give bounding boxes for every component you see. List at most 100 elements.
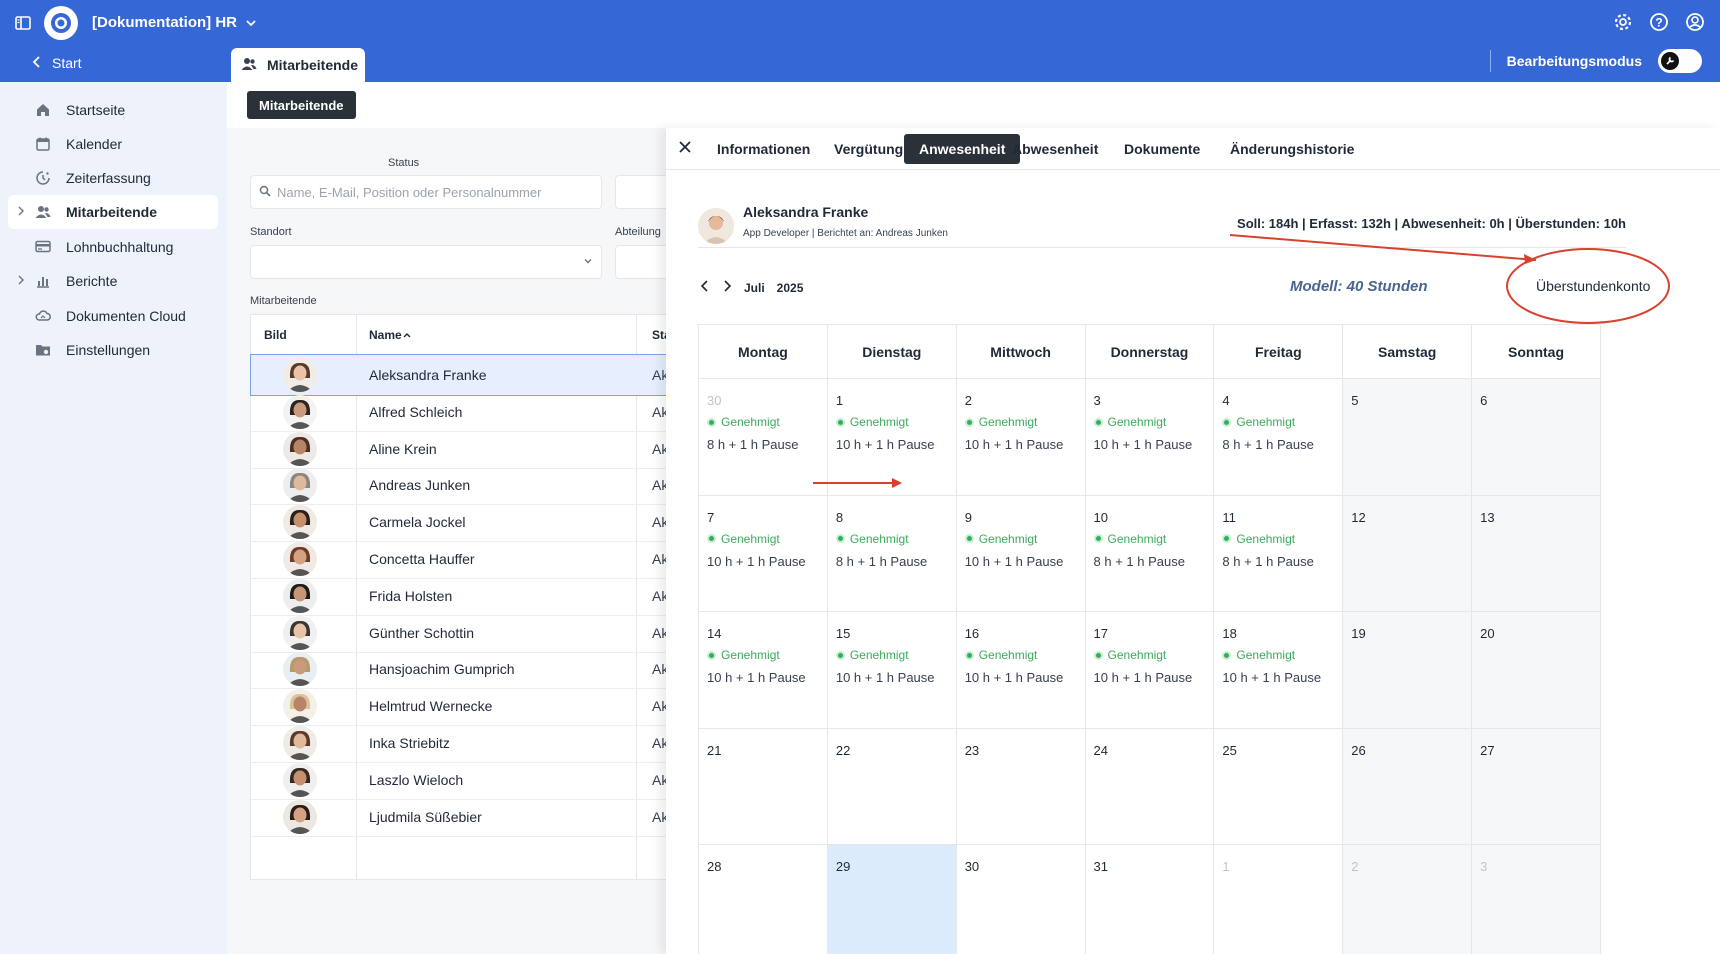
column-header-name[interactable]: Name [369,328,412,342]
annotation-arrowhead [1524,254,1536,264]
sub-bar: Start Mitarbeitende Bearbeitungsmodus [0,45,1720,82]
calendar-day-cell[interactable]: 10 Genehmigt 8 h + 1 h Pause [1085,495,1215,613]
table-row[interactable]: Frida Holsten Ak [251,576,669,616]
calendar-day-cell[interactable]: 3 [1472,845,1601,954]
app-logo[interactable] [44,5,78,40]
employee-name-cell: Carmela Jockel [369,514,466,531]
chevron-right-icon[interactable] [17,275,25,288]
edit-mode-toggle[interactable] [1658,49,1702,73]
calendar-day-cell[interactable]: 5 [1343,379,1473,496]
table-row[interactable]: Concetta Hauffer Ak [251,539,669,579]
sidebar-item-einstellungen[interactable]: Einstellungen [8,333,218,367]
calendar-day-cell[interactable]: 8 Genehmigt 8 h + 1 h Pause [827,495,957,613]
weekday-header: Mittwoch [956,325,1086,379]
tab-dokumente[interactable]: Dokumente [1109,134,1215,164]
table-row[interactable]: Günther Schottin Ak [251,613,669,653]
calendar-day-cell[interactable]: 3 Genehmigt 10 h + 1 h Pause [1085,379,1215,496]
calendar-day-cell[interactable]: 21 [699,728,828,846]
calendar-day-cell[interactable]: 20 [1472,612,1601,729]
standort-select[interactable] [250,245,602,279]
previous-month-icon[interactable] [700,280,710,295]
table-row[interactable]: Hansjoachim Gumprich Ak [251,649,669,690]
section-chip[interactable]: Mitarbeitende [247,91,356,119]
calendar-day-cell[interactable]: 14 Genehmigt 10 h + 1 h Pause [699,612,828,729]
table-row[interactable]: Aleksandra Franke Ak [250,354,670,396]
table-row[interactable]: Andreas Junken Ak [251,465,669,506]
calendar-day-cell[interactable]: 26 [1343,728,1473,846]
status-badge: Genehmigt [835,415,909,429]
calendar-day-cell[interactable]: 18 Genehmigt 10 h + 1 h Pause [1214,612,1344,729]
status-text: Genehmigt [849,531,909,546]
search-icon [259,185,271,200]
table-row[interactable]: Alfred Schleich Ak [251,392,669,432]
sidebar-item-zeiterfassung[interactable]: Zeiterfassung [8,161,218,195]
table-label: Mitarbeitende [250,295,317,307]
settings-gear-icon[interactable] [1612,11,1634,33]
status-text: Genehmigt [1107,531,1167,546]
close-icon[interactable] [678,138,692,159]
calendar-day-cell[interactable]: 4 Genehmigt 8 h + 1 h Pause [1214,379,1344,496]
calendar-day-cell[interactable]: 1 [1214,845,1344,954]
tab-mitarbeitende[interactable]: Mitarbeitende [231,48,365,82]
start-back-link[interactable]: Start [32,55,82,71]
tab-informationen[interactable]: Informationen [702,134,825,164]
calendar-day-cell[interactable]: 6 [1472,379,1601,496]
calendar-day-cell[interactable]: 19 [1343,612,1473,729]
table-row[interactable]: Aline Krein Ak [251,429,669,469]
next-month-icon[interactable] [722,280,732,295]
year-label[interactable]: 2025 [777,281,804,295]
table-row[interactable]: Helmtrud Wernecke Ak [251,686,669,727]
sidebar-item-startseite[interactable]: Startseite [8,93,218,127]
attendance-calendar: Montag Dienstag Mittwoch Donnerstag Freitag S… [698,324,1601,954]
day-number: 9 [964,509,972,525]
sidebar: Startseite Kalender Zeiterfassung Mitarbeit… [0,82,227,954]
calendar-day-cell[interactable]: 13 [1472,495,1601,613]
help-icon[interactable]: ? [1648,11,1670,33]
status-badge: Genehmigt [964,648,1037,662]
table-row[interactable]: Carmela Jockel Ak [251,502,669,543]
calendar-day-cell[interactable]: 27 [1472,728,1601,846]
home-icon [34,101,52,119]
approved-dot-icon [835,650,845,660]
calendar-day-cell[interactable]: 16 Genehmigt 10 h + 1 h Pause [956,612,1086,729]
sidebar-item-mitarbeitende[interactable]: Mitarbeitende [8,195,218,229]
calendar-day-cell[interactable]: 25 [1214,728,1344,846]
calendar-day-cell[interactable]: 24 [1085,728,1215,846]
calendar-day-cell[interactable]: 11 Genehmigt 8 h + 1 h Pause [1214,495,1344,613]
calendar-day-cell[interactable]: 9 Genehmigt 10 h + 1 h Pause [956,495,1086,613]
workspace-switcher[interactable]: [Dokumentation] HR [92,14,257,31]
approved-dot-icon [964,650,974,660]
table-row[interactable]: Inka Striebitz Ak [251,723,669,763]
calendar-day-cell[interactable]: 2 [1343,845,1473,954]
hours-entry: 10 h + 1 h Pause [707,553,806,569]
status-filter-label: Status [388,157,420,169]
chevron-right-icon[interactable] [17,206,25,219]
calendar-day-cell[interactable]: 23 [956,728,1086,846]
calendar-day-cell[interactable]: 12 [1343,495,1473,613]
calendar-day-cell[interactable]: 22 [827,728,957,846]
tab-abwesenheit[interactable]: Abwesenheit [997,134,1113,164]
search-input[interactable]: Name, E-Mail, Position oder Personalnumm… [250,175,602,209]
calendar-day-cell[interactable]: 7 Genehmigt 10 h + 1 h Pause [699,495,828,613]
month-navigator: Juli 2025 [700,280,803,295]
calendar-day-cell[interactable]: 28 [699,845,828,954]
calendar-day-cell[interactable]: 2 Genehmigt 10 h + 1 h Pause [956,379,1086,496]
calendar-day-cell[interactable]: 29 [827,845,957,954]
sidebar-item-berichte[interactable]: Berichte [8,264,218,298]
user-account-icon[interactable] [1684,11,1706,33]
status-text: Genehmigt [849,415,909,429]
table-row[interactable]: Ljudmila Süßebier Ak [251,797,669,837]
tab-änderungshistorie[interactable]: Änderungshistorie [1215,134,1369,164]
calendar-day-cell[interactable]: 30 Genehmigt 8 h + 1 h Pause [699,379,828,496]
calendar-day-cell[interactable]: 1 Genehmigt 10 h + 1 h Pause [827,379,957,496]
sidebar-toggle-icon[interactable] [12,12,34,34]
calendar-day-cell[interactable]: 30 [956,845,1086,954]
sidebar-item-lohnbuchhaltung[interactable]: Lohnbuchhaltung [8,230,218,264]
month-label[interactable]: Juli [744,281,765,295]
calendar-day-cell[interactable]: 31 [1085,845,1215,954]
calendar-day-cell[interactable]: 15 Genehmigt 10 h + 1 h Pause [827,612,957,729]
table-row[interactable]: Laszlo Wieloch Ak [251,760,669,800]
sidebar-item-dokumenten-cloud[interactable]: Dokumenten Cloud [8,299,218,333]
calendar-day-cell[interactable]: 17 Genehmigt 10 h + 1 h Pause [1085,612,1215,729]
sidebar-item-kalender[interactable]: Kalender [8,127,218,161]
